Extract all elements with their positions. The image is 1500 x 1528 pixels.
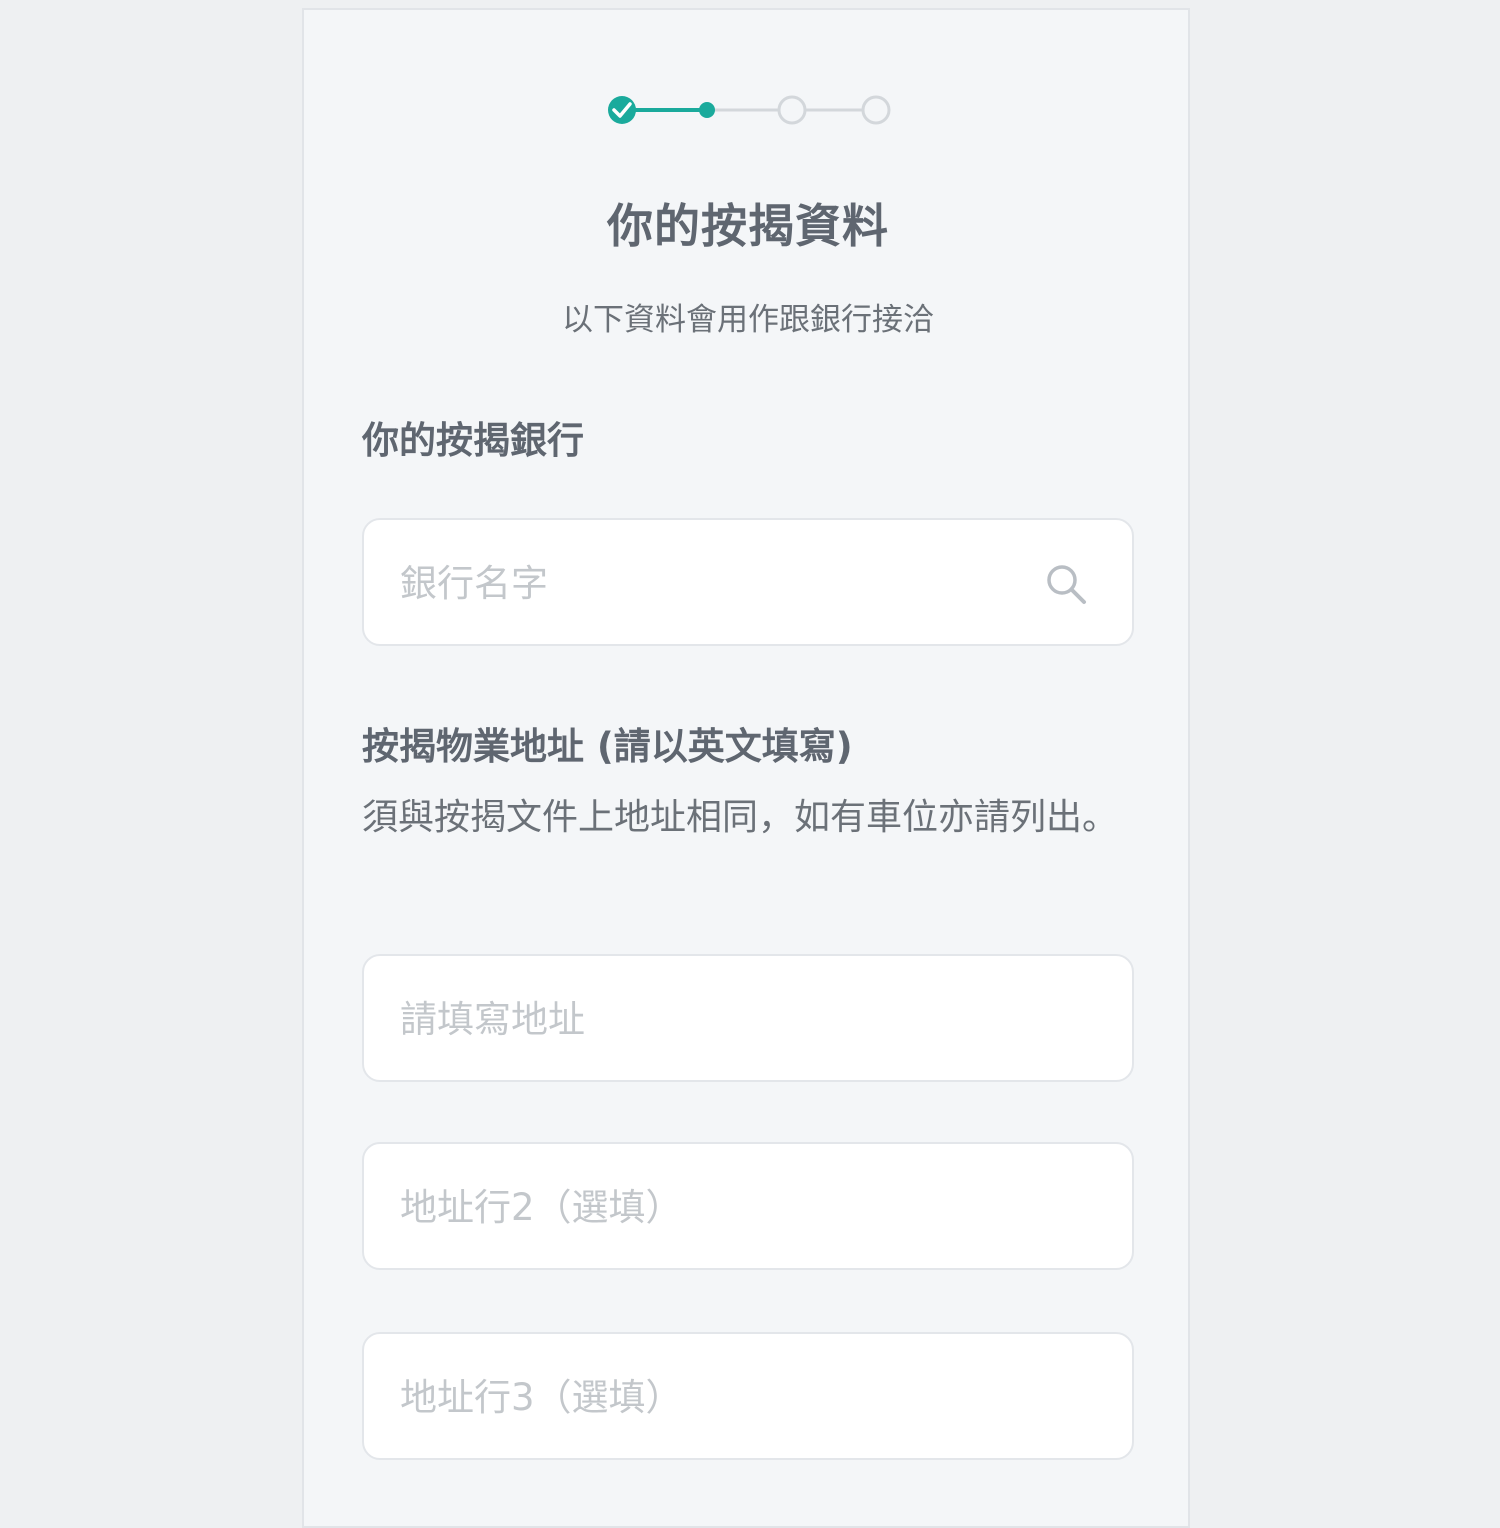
progress-stepper <box>304 10 1192 210</box>
address-line1-input[interactable] <box>398 956 1042 1082</box>
bank-search-input[interactable] <box>398 520 1042 646</box>
page-subtitle: 以下資料會用作跟銀行接洽 <box>562 302 934 338</box>
step-2-current <box>699 102 715 118</box>
bank-search-field[interactable] <box>362 518 1134 646</box>
stepper-graphic <box>608 95 891 125</box>
page-title: 你的按揭資料 <box>607 199 889 253</box>
form-card: 你的按揭資料 以下資料會用作跟銀行接洽 你的按揭銀行 按揭物業地址 (請以英文填… <box>302 8 1190 1528</box>
address-line3-input[interactable] <box>398 1334 1042 1460</box>
address-line2-input[interactable] <box>398 1144 1042 1270</box>
step-3-upcoming <box>777 95 807 125</box>
step-4-upcoming <box>861 95 891 125</box>
address-hint: 須與按揭文件上地址相同，如有車位亦請列出。 <box>362 797 1119 838</box>
address-line2-field[interactable] <box>362 1142 1134 1270</box>
address-section-label: 按揭物業地址 (請以英文填寫) <box>362 725 853 768</box>
address-line1-field[interactable] <box>362 954 1134 1082</box>
search-icon[interactable] <box>1044 562 1088 606</box>
bank-section-label: 你的按揭銀行 <box>362 419 584 462</box>
address-line3-field[interactable] <box>362 1332 1134 1460</box>
step-1-completed <box>608 96 636 124</box>
